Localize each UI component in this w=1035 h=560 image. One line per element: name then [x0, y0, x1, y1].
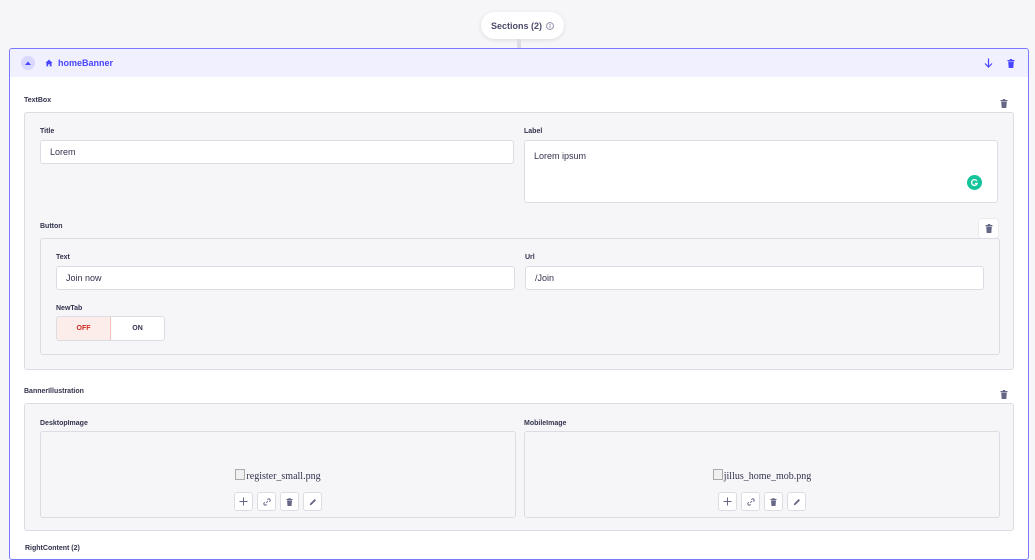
button-group-label: Button [40, 223, 63, 230]
textbox-label: TextBox [24, 97, 52, 104]
newtab-toggle[interactable]: OFF ON [56, 316, 165, 341]
trash-icon[interactable] [280, 492, 299, 511]
link-icon[interactable] [741, 492, 760, 511]
home-icon [45, 59, 53, 67]
mobile-image-preview: jillus_home_mob.png [525, 469, 999, 482]
desktop-image-box[interactable]: register_small.png [40, 431, 516, 518]
button-panel: Text Join now Url /Join NewTab OFF ON [40, 238, 1000, 355]
desktop-image-preview: register_small.png [41, 469, 515, 482]
component-header[interactable]: homeBanner [10, 49, 1028, 77]
text-input[interactable]: Join now [56, 266, 515, 290]
trash-icon [985, 224, 992, 233]
broken-image-icon [712, 469, 723, 480]
sections-pill[interactable]: Sections (2) [481, 12, 565, 39]
desktop-image-label: DesktopImage [40, 420, 88, 427]
label-textarea-text: Lorem ipsum [534, 151, 587, 161]
textbox-panel: Title Lorem Label Lorem ipsum Button Tex… [24, 112, 1014, 370]
mobile-image-box[interactable]: jillus_home_mob.png [524, 431, 1000, 518]
sections-pill-label: Sections (2) [491, 20, 543, 31]
trash-icon[interactable] [1004, 56, 1018, 70]
toggle-off-option[interactable]: OFF [57, 317, 111, 340]
toggle-on-option[interactable]: ON [111, 317, 164, 340]
text-field-label: Text [56, 254, 70, 261]
collapse-button[interactable] [21, 56, 35, 70]
link-icon[interactable] [257, 492, 276, 511]
grammarly-icon[interactable] [967, 175, 982, 190]
pencil-icon[interactable] [303, 492, 322, 511]
component-title-text: homeBanner [58, 58, 114, 68]
trash-icon[interactable] [764, 492, 783, 511]
banner-illustration-panel: DesktopImage register_small.png MobileIm… [24, 403, 1014, 531]
newtab-field-label: NewTab [56, 305, 83, 312]
url-field-label: Url [525, 254, 535, 261]
mobile-image-label: MobileImage [524, 420, 567, 427]
label-field-label: Label [524, 128, 543, 135]
add-icon[interactable] [718, 492, 737, 511]
title-field-label: Title [40, 128, 55, 135]
arrow-down-icon[interactable] [981, 56, 995, 70]
label-textarea[interactable]: Lorem ipsum [524, 140, 998, 203]
button-delete[interactable] [979, 219, 998, 238]
chevron-up-icon [25, 61, 31, 65]
banner-illustration-label: BannerIllustration [24, 388, 84, 395]
right-content-label: RightContent (2) [25, 545, 80, 552]
pencil-icon[interactable] [787, 492, 806, 511]
component-homebanner: homeBanner TextBox Title Lorem Label Lor… [9, 48, 1029, 560]
component-title: homeBanner [45, 58, 113, 68]
mobile-image-filename: jillus_home_mob.png [723, 471, 812, 482]
info-icon [546, 21, 554, 30]
title-input[interactable]: Lorem [40, 140, 514, 164]
url-input[interactable]: /Join [525, 266, 984, 290]
trash-icon[interactable] [998, 388, 1010, 400]
broken-image-icon [235, 469, 246, 480]
trash-icon[interactable] [998, 97, 1010, 109]
desktop-image-filename: register_small.png [246, 471, 321, 482]
add-icon[interactable] [234, 492, 253, 511]
